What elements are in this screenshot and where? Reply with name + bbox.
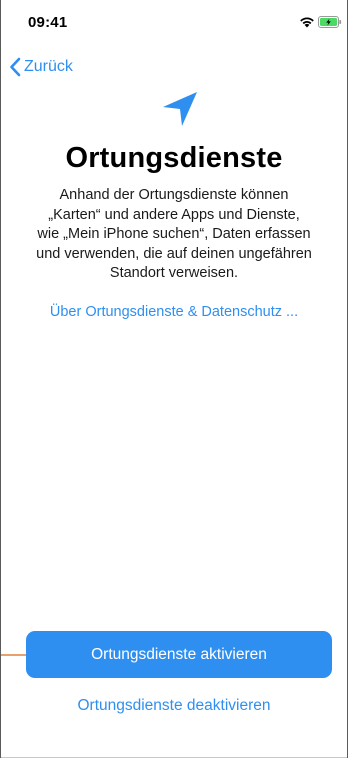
back-button[interactable]: Zurück bbox=[9, 56, 73, 78]
enable-location-button[interactable]: Ortungsdienste aktivieren bbox=[26, 631, 332, 678]
description-line: wie „Mein iPhone suchen“, Daten erfassen bbox=[37, 226, 311, 242]
description-line: und verwenden, die auf deinen ungefähren bbox=[36, 245, 312, 262]
description-line: „Karten“ und andere Apps und Dienste, bbox=[48, 206, 300, 223]
location-services-screen: 09:41 Zurück Ortungsdienste Anhand der O… bbox=[0, 0, 348, 758]
chevron-left-icon bbox=[10, 57, 21, 77]
battery-charging-icon bbox=[318, 16, 342, 28]
description-line: Standort verweisen. bbox=[109, 265, 239, 281]
back-label: Zurück bbox=[24, 58, 73, 75]
disable-location-button[interactable]: Ortungsdienste deaktivieren bbox=[1, 697, 347, 715]
location-arrow-icon bbox=[163, 92, 197, 126]
status-bar: 09:41 bbox=[1, 0, 347, 44]
privacy-link[interactable]: Über Ortungsdienste & Datenschutz ... bbox=[1, 304, 347, 320]
description: Anhand der Ortungsdienste können „Karten… bbox=[21, 186, 327, 284]
page-title: Ortungsdienste bbox=[65, 142, 283, 174]
status-time: 09:41 bbox=[28, 14, 68, 31]
description-line: Anhand der Ortungsdienste können bbox=[59, 187, 289, 203]
wifi-icon bbox=[300, 17, 314, 28]
